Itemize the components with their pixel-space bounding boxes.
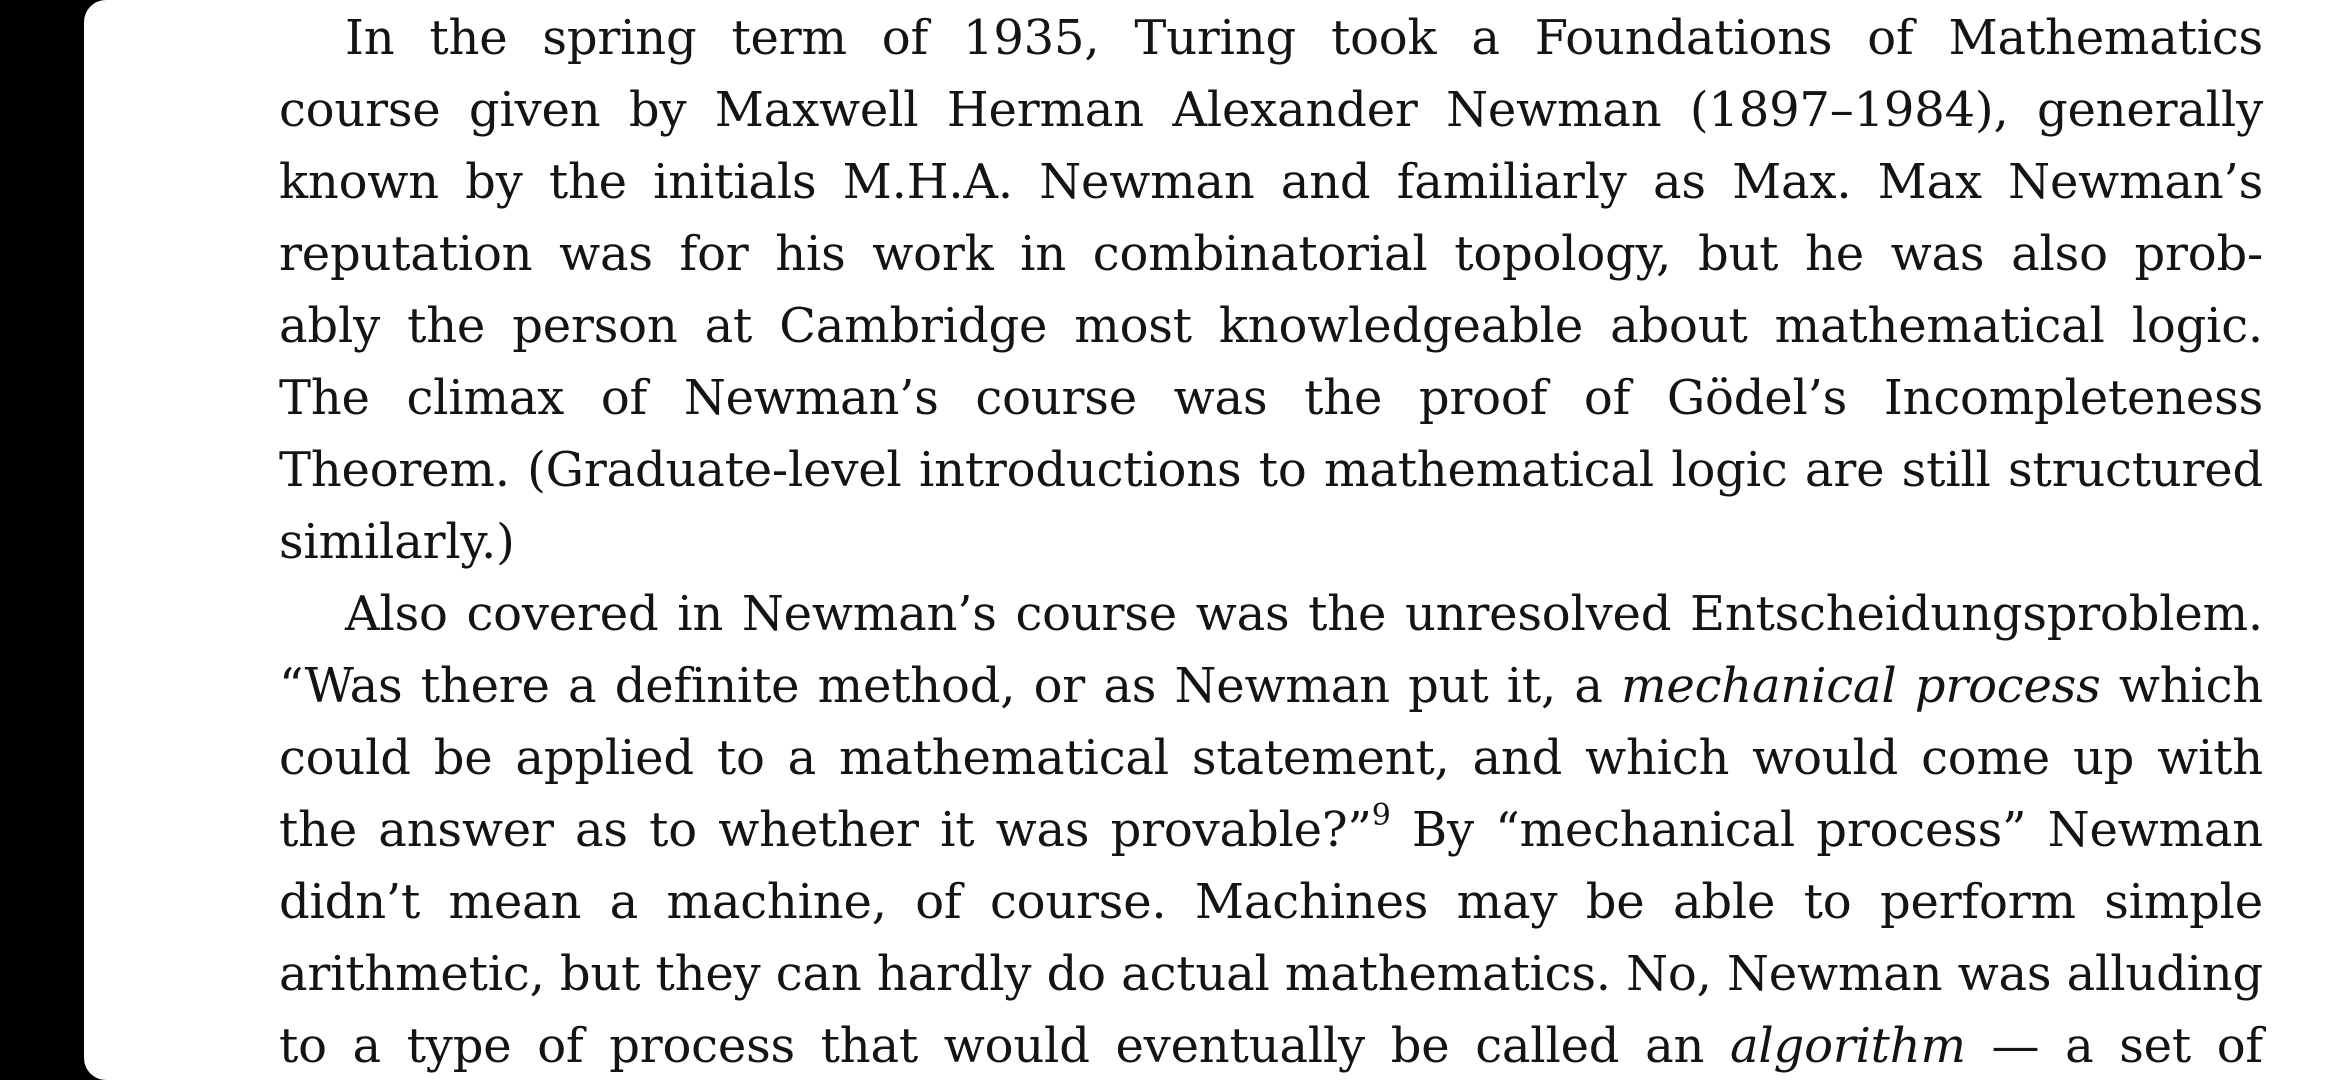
line-text: Theorem. (Graduate-level introductions t… <box>279 442 2263 498</box>
line-text: to a type of process that would eventual… <box>279 1018 1730 1074</box>
italic-phrase: mechanical process <box>1621 658 2101 714</box>
text-line: Also covered in Newman’s course was the … <box>279 578 2263 650</box>
line-text: ably the person at Cambridge most knowle… <box>279 298 2263 354</box>
text-line: could be applied to a mathematical state… <box>279 722 2263 794</box>
text-line: known by the initials M.H.A. Newman and … <box>279 146 2263 218</box>
text-line: “Was there a definite method, or as Newm… <box>279 650 2263 722</box>
line-text: known by the initials M.H.A. Newman and … <box>279 154 2263 210</box>
reader-viewport: In the spring term of 1935, Turing took … <box>0 0 2340 1080</box>
line-text: which <box>2100 658 2263 714</box>
footnote-marker[interactable]: 9 <box>1372 798 1391 833</box>
text-line: arithmetic, but they can hardly do actua… <box>279 938 2263 1010</box>
paragraph-1: In the spring term of 1935, Turing took … <box>279 2 2263 578</box>
line-text: By “mechanical process” Newman <box>1390 802 2263 858</box>
text-line: The climax of Newman’s course was the pr… <box>279 362 2263 434</box>
line-text: reputation was for his work in combinato… <box>279 226 2263 282</box>
line-text: In the spring term of 1935, Turing took … <box>345 10 2263 66</box>
text-line: the answer as to whether it was provable… <box>279 794 2263 866</box>
line-text: didn’t mean a machine, of course. Machin… <box>279 874 2263 930</box>
line-text: course given by Maxwell Herman Alexander… <box>279 82 2263 138</box>
line-text: could be applied to a mathematical state… <box>279 730 2263 786</box>
text-line: Theorem. (Graduate-level introductions t… <box>279 434 2263 506</box>
page-text: In the spring term of 1935, Turing took … <box>279 2 2263 1080</box>
text-line: course given by Maxwell Herman Alexander… <box>279 74 2263 146</box>
text-line: didn’t mean a machine, of course. Machin… <box>279 866 2263 938</box>
line-text: arithmetic, but they can hardly do actua… <box>279 946 2263 1002</box>
text-line: In the spring term of 1935, Turing took … <box>279 2 2263 74</box>
line-text: The climax of Newman’s course was the pr… <box>279 370 2263 426</box>
line-text: the answer as to whether it was provable… <box>279 802 1372 858</box>
text-line: to a type of process that would eventual… <box>279 1010 2263 1080</box>
paragraph-2: Also covered in Newman’s course was the … <box>279 578 2263 1080</box>
line-text: similarly.) <box>279 514 515 570</box>
line-text: — a set of <box>1965 1018 2264 1074</box>
book-page[interactable]: In the spring term of 1935, Turing took … <box>84 0 2340 1080</box>
italic-phrase: algorithm <box>1729 1018 1966 1074</box>
text-line: ably the person at Cambridge most knowle… <box>279 290 2263 362</box>
line-text: Also covered in Newman’s course was the … <box>345 586 2263 642</box>
text-line: reputation was for his work in combinato… <box>279 218 2263 290</box>
text-line: similarly.) <box>279 506 2263 578</box>
line-text: “Was there a definite method, or as Newm… <box>279 658 1622 714</box>
